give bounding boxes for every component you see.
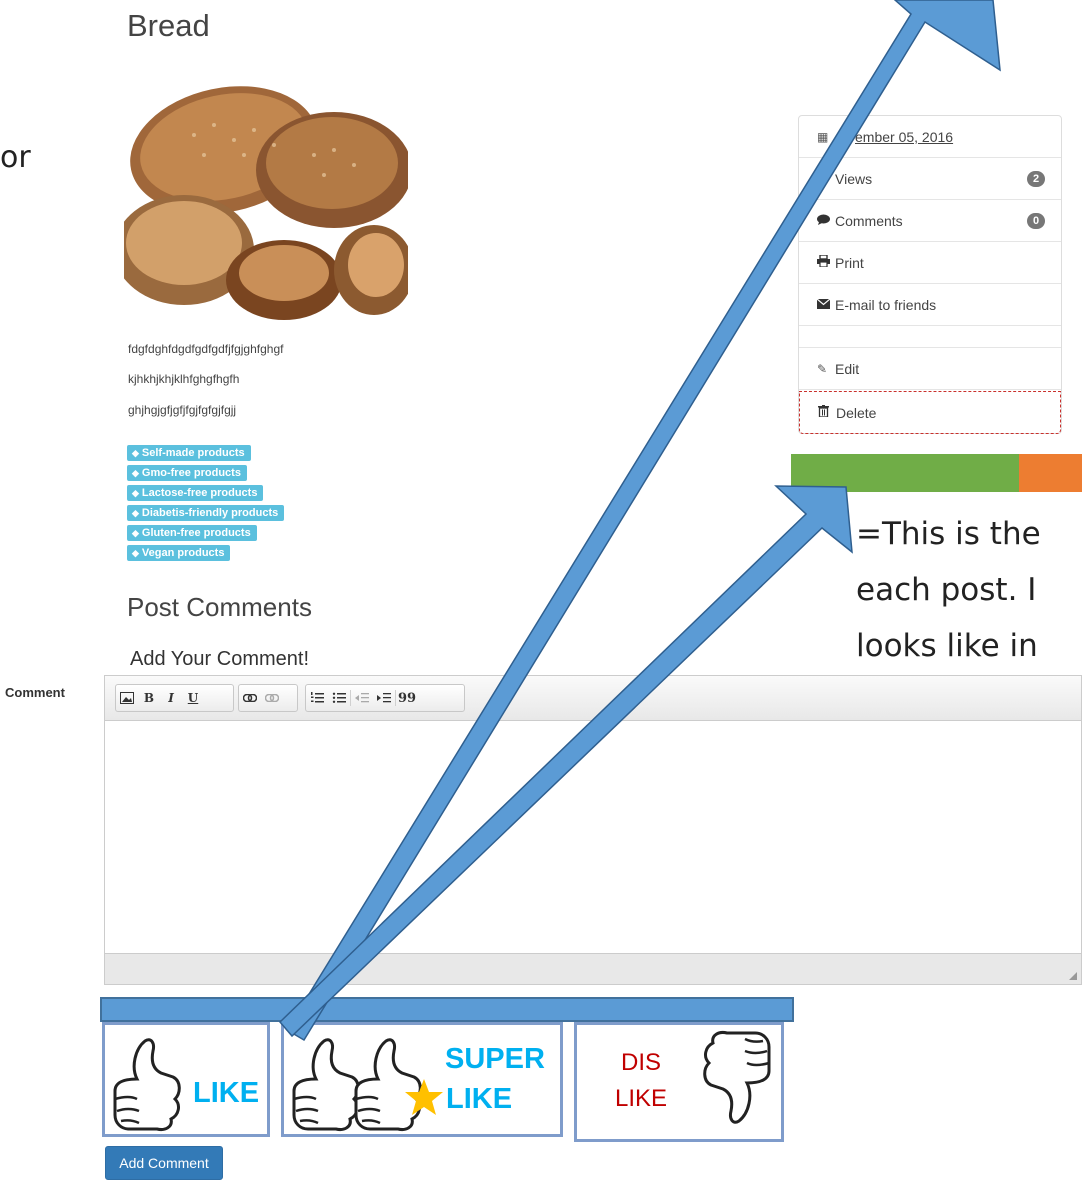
- outdent-icon[interactable]: [351, 687, 373, 709]
- editor-toolbar: B I U 99: [105, 676, 1081, 721]
- tag-icon: ◆: [132, 528, 139, 538]
- rating-bar-positive: [791, 454, 1019, 492]
- print-icon: [817, 254, 835, 270]
- like-label: LIKE: [193, 1077, 260, 1109]
- post-body-line: kjhkhjkhjklhfghgfhgfh: [128, 372, 240, 386]
- envelope-icon: [816, 298, 835, 312]
- italic-button[interactable]: I: [160, 687, 182, 709]
- quote-icon[interactable]: 99: [396, 687, 418, 709]
- star-icon: [405, 1079, 443, 1115]
- tag-icon: ◆: [132, 488, 139, 498]
- comments-row[interactable]: Comments 0: [799, 200, 1061, 242]
- edit-label: Edit: [835, 360, 860, 377]
- super-like-label-line1: SUPER: [445, 1043, 545, 1075]
- annotation-line: looks like in: [856, 628, 1038, 664]
- tag-vegan[interactable]: ◆ Vegan products: [127, 545, 231, 561]
- delete-row[interactable]: Delete: [799, 391, 1061, 434]
- annotation-line: =This is the: [856, 516, 1041, 552]
- tag-gmo-free[interactable]: ◆ Gmo-free products: [127, 465, 247, 481]
- tag-label: Gluten-free products: [141, 527, 251, 539]
- numbered-list-icon[interactable]: [306, 687, 328, 709]
- delete-label: Delete: [836, 404, 877, 421]
- bulleted-list-icon[interactable]: [328, 687, 350, 709]
- views-label: Views: [835, 170, 873, 187]
- super-like-button[interactable]: SUPER LIKE: [281, 1022, 563, 1137]
- thumbs-down-icon: [703, 1031, 771, 1124]
- comments-heading: Post Comments: [127, 592, 312, 622]
- print-row[interactable]: Print: [799, 242, 1061, 284]
- post-title: Bread: [127, 8, 210, 43]
- cut-off-text: or: [0, 140, 31, 175]
- tag-lactose-free[interactable]: ◆ Lactose-free products: [127, 485, 264, 501]
- tag-label: Vegan products: [141, 547, 225, 559]
- image-icon[interactable]: [116, 687, 138, 709]
- dislike-button[interactable]: DIS LIKE: [574, 1022, 784, 1142]
- add-comment-button[interactable]: Add Comment: [105, 1146, 223, 1180]
- tag-icon: ◆: [132, 448, 139, 458]
- email-label: E-mail to friends: [835, 296, 937, 313]
- comment-icon: [817, 214, 835, 228]
- toolbar-list-group: 99: [305, 684, 465, 712]
- resize-handle-icon[interactable]: [1069, 972, 1077, 980]
- tag-label: Self-made products: [141, 447, 245, 459]
- dislike-label-line1: DIS: [620, 1049, 661, 1076]
- toolbar-link-group: [238, 684, 298, 712]
- edit-row[interactable]: ✎ Edit: [799, 348, 1061, 390]
- editor-status-bar: [105, 953, 1081, 984]
- super-like-label-line2: LIKE: [446, 1083, 513, 1115]
- empty-row: [799, 326, 1061, 348]
- link-icon[interactable]: [239, 687, 261, 709]
- thumbs-up-icon: [113, 1038, 181, 1131]
- print-label: Print: [835, 254, 864, 271]
- calendar-icon: ▦: [817, 129, 829, 144]
- tag-icon: ◆: [132, 508, 139, 518]
- post-body-line: ghjhgjgfjgfjfgjfgfgjfgjj: [128, 403, 237, 417]
- toolbar-format-group: B I U: [115, 684, 234, 712]
- email-row[interactable]: E-mail to friends: [799, 284, 1061, 326]
- post-date: ember 05, 2016: [855, 128, 954, 145]
- comment-editor[interactable]: B I U 99: [104, 675, 1082, 985]
- unlink-icon[interactable]: [261, 687, 283, 709]
- like-button[interactable]: LIKE: [102, 1022, 270, 1137]
- post-body-line: fdgfdghfdgdfgdfgdfjfgjghfghgf: [128, 342, 284, 356]
- edit-icon: ✎: [817, 361, 828, 376]
- tag-self-made[interactable]: ◆ Self-made products: [127, 445, 251, 461]
- post-image: [124, 55, 408, 325]
- comments-subheading: Add Your Comment!: [130, 648, 309, 670]
- date-row: ▦ ember 05, 2016: [799, 116, 1061, 158]
- tag-label: Lactose-free products: [141, 487, 258, 499]
- views-count-badge: 2: [1027, 171, 1045, 187]
- views-row: Views 2: [799, 158, 1061, 200]
- indent-icon[interactable]: [373, 687, 395, 709]
- trash-icon: [818, 405, 836, 420]
- tag-icon: ◆: [132, 548, 139, 558]
- underline-button[interactable]: U: [182, 687, 204, 709]
- tag-icon: ◆: [132, 468, 139, 478]
- tag-label: Gmo-free products: [141, 467, 241, 479]
- tag-diabetis-friendly[interactable]: ◆ Diabetis-friendly products: [127, 505, 285, 521]
- tag-label: Diabetis-friendly products: [141, 507, 279, 519]
- comments-label: Comments: [835, 212, 903, 229]
- rating-bar-negative: [1019, 454, 1082, 492]
- annotation-line: each post. I: [856, 572, 1037, 608]
- bold-button[interactable]: B: [138, 687, 160, 709]
- comments-count-badge: 0: [1027, 213, 1045, 229]
- post-info-panel: ▦ ember 05, 2016 Views 2 Comments 0 Prin…: [798, 115, 1062, 434]
- comment-field-label: Comment: [5, 685, 65, 700]
- tag-gluten-free[interactable]: ◆ Gluten-free products: [127, 525, 257, 541]
- reaction-bar: [100, 997, 794, 1022]
- dislike-label-line2: LIKE: [614, 1085, 668, 1112]
